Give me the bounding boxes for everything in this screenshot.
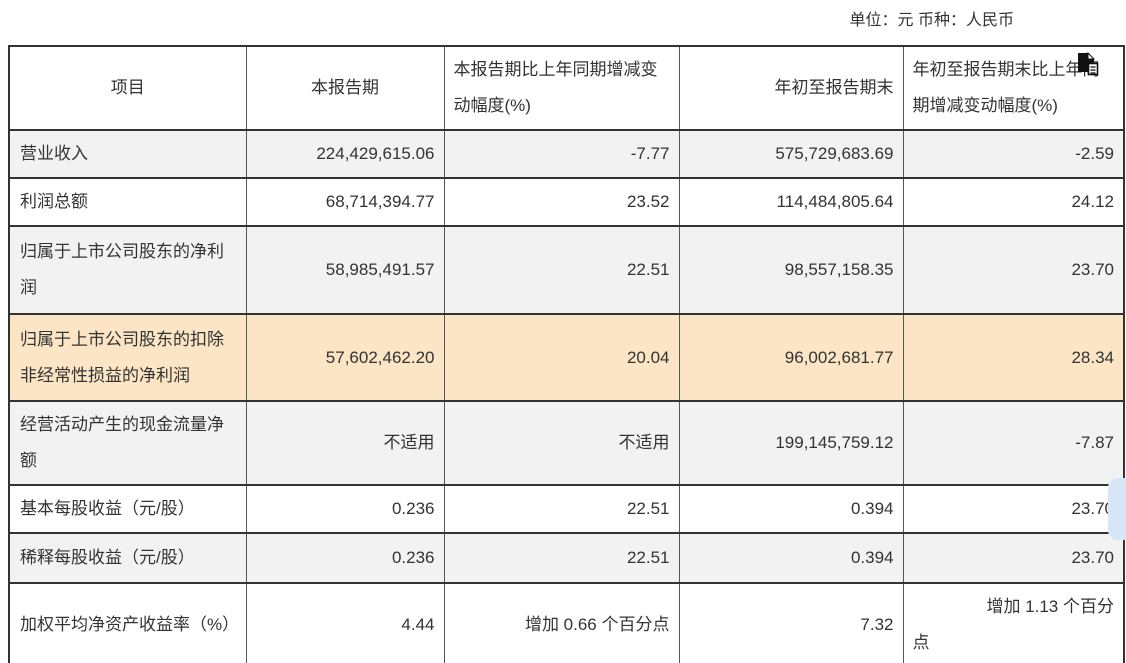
value-cell: 增加 0.66 个百分点 — [444, 583, 679, 663]
item-cell: 归属于上市公司股东的净利润 — [9, 226, 246, 314]
document-copy-icon[interactable] — [1076, 52, 1099, 76]
header-row: 项目 本报告期 本报告期比上年同期增减变动幅度(%) 年初至报告期末 年初至报告… — [9, 46, 1124, 130]
col-header-current-period: 本报告期 — [246, 46, 444, 130]
value-cell: 20.04 — [444, 314, 679, 401]
col-header-item: 项目 — [9, 46, 246, 130]
value-cell: 96,002,681.77 — [679, 314, 903, 401]
item-cell: 经营活动产生的现金流量净额 — [9, 401, 246, 485]
value-cell: 28.34 — [903, 314, 1124, 401]
value-cell: 增加 1.13 个百分点 — [903, 583, 1124, 663]
item-cell: 营业收入 — [9, 130, 246, 178]
value-cell: 23.52 — [444, 178, 679, 226]
value-cell: 224,429,615.06 — [246, 130, 444, 178]
item-cell: 利润总额 — [9, 178, 246, 226]
value-cell: 58,985,491.57 — [246, 226, 444, 314]
value-cell: -7.77 — [444, 130, 679, 178]
value-cell: 不适用 — [246, 401, 444, 485]
value-cell: 199,145,759.12 — [679, 401, 903, 485]
value-cell: 23.70 — [903, 533, 1124, 583]
scroll-flyout-handle[interactable] — [1108, 478, 1126, 540]
value-cell: 不适用 — [444, 401, 679, 485]
value-cell: 0.394 — [679, 485, 903, 533]
item-cell: 基本每股收益（元/股） — [9, 485, 246, 533]
value-cell: 575,729,683.69 — [679, 130, 903, 178]
value-cell: 68,714,394.77 — [246, 178, 444, 226]
item-cell: 归属于上市公司股东的扣除非经常性损益的净利润 — [9, 314, 246, 401]
value-cell: 57,602,462.20 — [246, 314, 444, 401]
value-cell: -7.87 — [903, 401, 1124, 485]
value-cell: 23.70 — [903, 485, 1124, 533]
value-cell: -2.59 — [903, 130, 1124, 178]
value-cell: 22.51 — [444, 226, 679, 314]
table-row-operating-revenue: 营业收入 224,429,615.06 -7.77 575,729,683.69… — [9, 130, 1124, 178]
table-row-total-profit: 利润总额 68,714,394.77 23.52 114,484,805.64 … — [9, 178, 1124, 226]
table-row-net-profit-excl-nonrecurring: 归属于上市公司股东的扣除非经常性损益的净利润 57,602,462.20 20.… — [9, 314, 1124, 401]
financial-summary-table: 项目 本报告期 本报告期比上年同期增减变动幅度(%) 年初至报告期末 年初至报告… — [8, 45, 1125, 663]
col-header-yoy-change: 本报告期比上年同期增减变动幅度(%) — [444, 46, 679, 130]
value-cell: 0.394 — [679, 533, 903, 583]
item-cell: 加权平均净资产收益率（%） — [9, 583, 246, 663]
value-cell: 23.70 — [903, 226, 1124, 314]
table-row-weighted-avg-roe: 加权平均净资产收益率（%） 4.44 增加 0.66 个百分点 7.32 增加 … — [9, 583, 1124, 663]
value-cell: 22.51 — [444, 485, 679, 533]
value-cell: 22.51 — [444, 533, 679, 583]
table-row-basic-eps: 基本每股收益（元/股） 0.236 22.51 0.394 23.70 — [9, 485, 1124, 533]
value-cell: 4.44 — [246, 583, 444, 663]
value-cell: 114,484,805.64 — [679, 178, 903, 226]
item-cell: 稀释每股收益（元/股） — [9, 533, 246, 583]
table-row-diluted-eps: 稀释每股收益（元/股） 0.236 22.51 0.394 23.70 — [9, 533, 1124, 583]
value-cell: 98,557,158.35 — [679, 226, 903, 314]
value-cell: 24.12 — [903, 178, 1124, 226]
value-cell: 0.236 — [246, 485, 444, 533]
table-row-operating-cash-flow: 经营活动产生的现金流量净额 不适用 不适用 199,145,759.12 -7.… — [9, 401, 1124, 485]
table-row-net-profit: 归属于上市公司股东的净利润 58,985,491.57 22.51 98,557… — [9, 226, 1124, 314]
unit-currency-label: 单位：元 币种：人民币 — [850, 6, 1014, 30]
value-cell: 0.236 — [246, 533, 444, 583]
col-header-ytd: 年初至报告期末 — [679, 46, 903, 130]
value-cell: 7.32 — [679, 583, 903, 663]
